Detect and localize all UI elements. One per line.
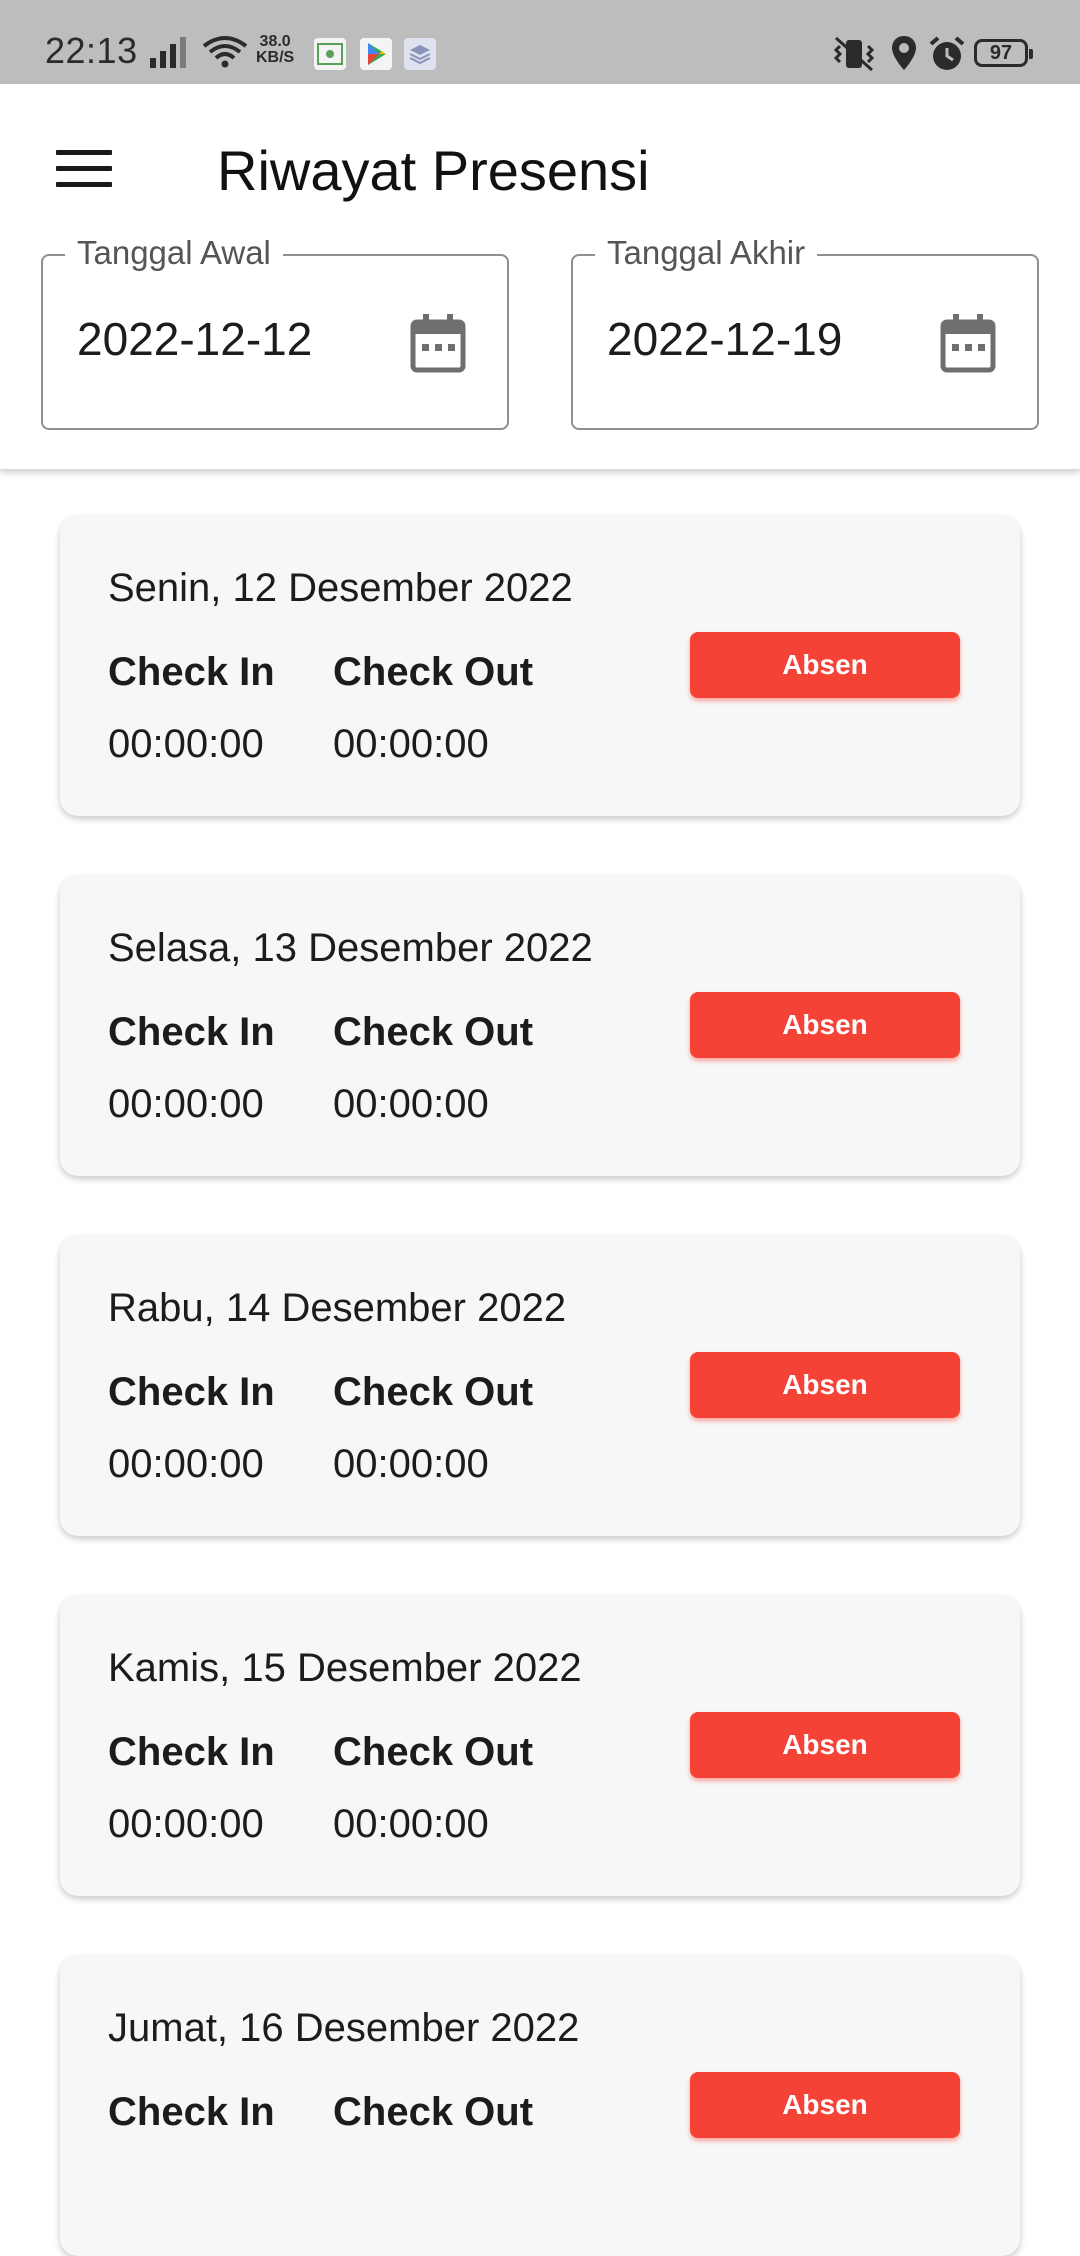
attendance-card: Selasa, 13 Desember 2022 Check In Check … xyxy=(60,876,1020,1176)
absen-button[interactable]: Absen xyxy=(690,1712,960,1778)
check-out-label: Check Out xyxy=(333,1010,534,1054)
calendar-icon[interactable] xyxy=(409,312,467,374)
attendance-card: Jumat, 16 Desember 2022 Check In Check O… xyxy=(60,1956,1020,2256)
end-date-value[interactable]: 2022-12-19 xyxy=(607,312,842,366)
check-in-time: 00:00:00 xyxy=(108,1082,264,1126)
absen-button[interactable]: Absen xyxy=(690,992,960,1058)
alarm-icon xyxy=(929,36,965,70)
check-out-time: 00:00:00 xyxy=(333,1082,489,1126)
check-in-label: Check In xyxy=(108,1010,275,1054)
vibrate-icon xyxy=(833,36,875,72)
end-date-field[interactable]: Tanggal Akhir 2022-12-19 xyxy=(571,234,1039,430)
card-date: Jumat, 16 Desember 2022 xyxy=(108,2006,580,2050)
signal-icon xyxy=(150,37,186,68)
check-out-label: Check Out xyxy=(333,1370,534,1414)
hamburger-menu-icon[interactable] xyxy=(56,150,112,190)
card-date: Kamis, 15 Desember 2022 xyxy=(108,1646,582,1690)
check-in-time: 00:00:00 xyxy=(108,1442,264,1486)
app-bar: Riwayat Presensi Tanggal Awal 2022-12-12… xyxy=(0,84,1080,469)
calendar-icon[interactable] xyxy=(939,312,997,374)
card-date: Selasa, 13 Desember 2022 xyxy=(108,926,593,970)
wifi-icon xyxy=(202,36,248,68)
network-speed: 38.0 KB/S xyxy=(256,33,295,66)
battery-icon: 97 xyxy=(974,39,1033,67)
page-title: Riwayat Presensi xyxy=(217,139,650,202)
check-out-time: 00:00:00 xyxy=(333,1442,489,1486)
check-out-time: 00:00:00 xyxy=(333,722,489,766)
absen-button[interactable]: Absen xyxy=(690,1352,960,1418)
status-bar: 22:13 38.0 KB/S 97 xyxy=(0,0,1080,84)
check-out-label: Check Out xyxy=(333,650,534,694)
app-notification-icon xyxy=(314,38,346,70)
check-in-label: Check In xyxy=(108,1370,275,1414)
check-in-label: Check In xyxy=(108,1730,275,1774)
status-time: 22:13 xyxy=(45,30,138,71)
absen-button[interactable]: Absen xyxy=(690,2072,960,2138)
start-date-field[interactable]: Tanggal Awal 2022-12-12 xyxy=(41,234,509,430)
check-in-label: Check In xyxy=(108,2090,275,2134)
card-date: Senin, 12 Desember 2022 xyxy=(108,566,573,610)
layers-icon xyxy=(404,38,436,70)
check-in-label: Check In xyxy=(108,650,275,694)
start-date-label: Tanggal Awal xyxy=(65,234,283,272)
check-out-time: 00:00:00 xyxy=(333,1802,489,1846)
check-out-label: Check Out xyxy=(333,2090,534,2134)
end-date-label: Tanggal Akhir xyxy=(595,234,818,272)
absen-button[interactable]: Absen xyxy=(690,632,960,698)
check-in-time: 00:00:00 xyxy=(108,722,264,766)
check-out-label: Check Out xyxy=(333,1730,534,1774)
card-date: Rabu, 14 Desember 2022 xyxy=(108,1286,567,1330)
check-in-time: 00:00:00 xyxy=(108,1802,264,1846)
attendance-card: Senin, 12 Desember 2022 Check In Check O… xyxy=(60,516,1020,816)
attendance-card: Kamis, 15 Desember 2022 Check In Check O… xyxy=(60,1596,1020,1896)
attendance-card: Rabu, 14 Desember 2022 Check In Check Ou… xyxy=(60,1236,1020,1536)
location-icon xyxy=(892,36,916,70)
play-store-icon xyxy=(360,38,392,70)
start-date-value[interactable]: 2022-12-12 xyxy=(77,312,312,366)
